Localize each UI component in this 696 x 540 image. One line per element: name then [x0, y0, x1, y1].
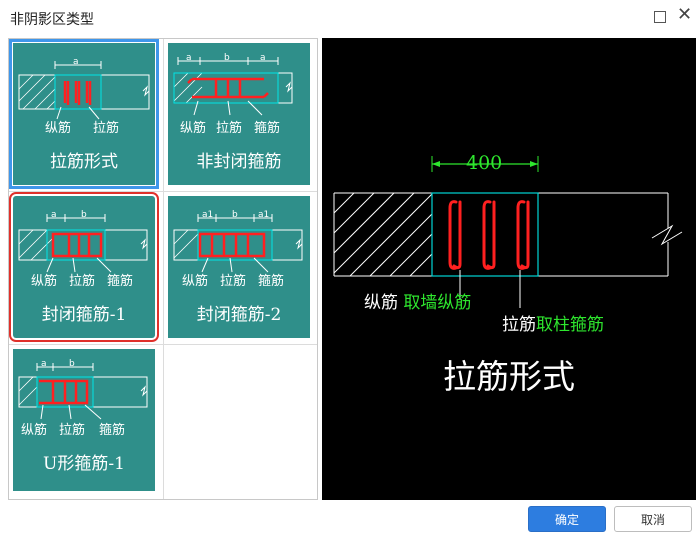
label-stirrup: 箍筋 — [254, 121, 281, 136]
title-bar: 非阴影区类型 ✕ — [0, 0, 696, 36]
label-white: 纵筋 — [364, 293, 398, 313]
label-longitudinal-bar: 纵筋 — [182, 274, 209, 289]
option-tile[interactable]: a b a 纵筋 拉筋 箍筋 非封闭箍筋 — [168, 43, 310, 185]
svg-text:a: a — [186, 53, 192, 63]
option-tile[interactable]: a b 纵筋 拉筋 箍筋 封闭箍筋-1 — [9, 192, 159, 342]
label-tie-bar: 拉筋 — [220, 274, 247, 289]
preview-panel: 400 纵筋 取墙纵筋 拉筋取柱箍筋 拉筋形式 — [322, 38, 696, 500]
label-white: 拉筋 — [502, 315, 536, 335]
label-stirrup: 箍筋 — [258, 274, 285, 289]
svg-text:a: a — [51, 210, 57, 220]
label-stirrup: 箍筋 — [107, 274, 134, 289]
svg-text:b: b — [232, 210, 238, 220]
ok-button[interactable]: 确定 — [528, 506, 606, 532]
svg-text:a1: a1 — [258, 210, 269, 220]
svg-text:a: a — [260, 53, 266, 63]
option-tile[interactable]: a1 b a1 纵筋 拉筋 箍筋 封闭箍筋-2 — [168, 196, 310, 338]
close-icon[interactable]: ✕ — [677, 6, 692, 24]
tile-labels: 纵筋 拉筋 箍筋 — [168, 270, 310, 290]
option-tile[interactable]: a 纵筋 拉筋 拉筋形式 — [9, 39, 159, 189]
window-title: 非阴影区类型 — [10, 12, 94, 28]
preview-label-longitudinal: 纵筋 取墙纵筋 — [364, 288, 471, 313]
preview-label-tie: 拉筋取柱箍筋 — [502, 310, 604, 335]
svg-text:a: a — [73, 57, 79, 67]
label-tie-bar: 拉筋 — [93, 121, 120, 136]
preview-caption: 拉筋形式 — [443, 357, 575, 396]
label-longitudinal-bar: 纵筋 — [45, 121, 72, 136]
option-closed-stirrup-2[interactable]: a1 b a1 纵筋 拉筋 箍筋 封闭箍筋-2 — [164, 192, 314, 344]
svg-text:a: a — [41, 359, 47, 369]
option-caption: 拉筋形式 — [50, 152, 118, 172]
preview-dimension: 400 — [466, 152, 503, 174]
option-tile[interactable]: a b 纵筋 拉筋 箍筋 U形箍筋-1 — [13, 349, 155, 491]
option-caption: 封闭箍筋-2 — [196, 305, 282, 325]
label-tie-bar: 拉筋 — [69, 274, 96, 289]
option-caption: 封闭箍筋-1 — [41, 305, 127, 325]
svg-text:b: b — [69, 359, 75, 369]
label-longitudinal-bar: 纵筋 — [180, 121, 207, 136]
tile-labels: 纵筋 拉筋 箍筋 — [13, 270, 155, 290]
cancel-button[interactable]: 取消 — [614, 506, 692, 532]
tile-labels: 纵筋 拉筋 箍筋 — [168, 117, 310, 137]
label-tie-bar: 拉筋 — [216, 121, 243, 136]
svg-text:a1: a1 — [202, 210, 213, 220]
label-stirrup: 箍筋 — [99, 423, 126, 438]
label-green: 取柱箍筋 — [536, 315, 604, 335]
label-longitudinal-bar: 纵筋 — [31, 274, 58, 289]
option-u-stirrup-1[interactable]: a b 纵筋 拉筋 箍筋 U形箍筋-1 — [9, 345, 159, 497]
option-open-stirrup[interactable]: a b a 纵筋 拉筋 箍筋 非封闭箍筋 — [164, 39, 314, 191]
grid-divider — [163, 344, 164, 499]
type-grid: a 纵筋 拉筋 拉筋形式 a b a 纵筋 拉筋 箍筋 非封闭箍筋 a b 纵筋… — [8, 38, 318, 500]
svg-text:b: b — [224, 53, 230, 63]
svg-text:b: b — [81, 210, 87, 220]
maximize-icon[interactable] — [654, 11, 666, 23]
option-caption: 非封闭箍筋 — [196, 152, 282, 172]
preview-diagram — [333, 156, 683, 308]
label-longitudinal-bar: 纵筋 — [21, 423, 48, 438]
tile-labels: 纵筋 拉筋 箍筋 — [13, 419, 155, 439]
label-tie-bar: 拉筋 — [59, 423, 86, 438]
label-green: 取墙纵筋 — [403, 293, 472, 313]
option-tie-bar[interactable]: a 纵筋 拉筋 拉筋形式 — [9, 39, 159, 191]
option-caption: U形箍筋-1 — [43, 454, 125, 474]
option-closed-stirrup-1[interactable]: a b 纵筋 拉筋 箍筋 封闭箍筋-1 — [9, 192, 159, 344]
tile-labels: 纵筋 拉筋 — [13, 117, 155, 137]
